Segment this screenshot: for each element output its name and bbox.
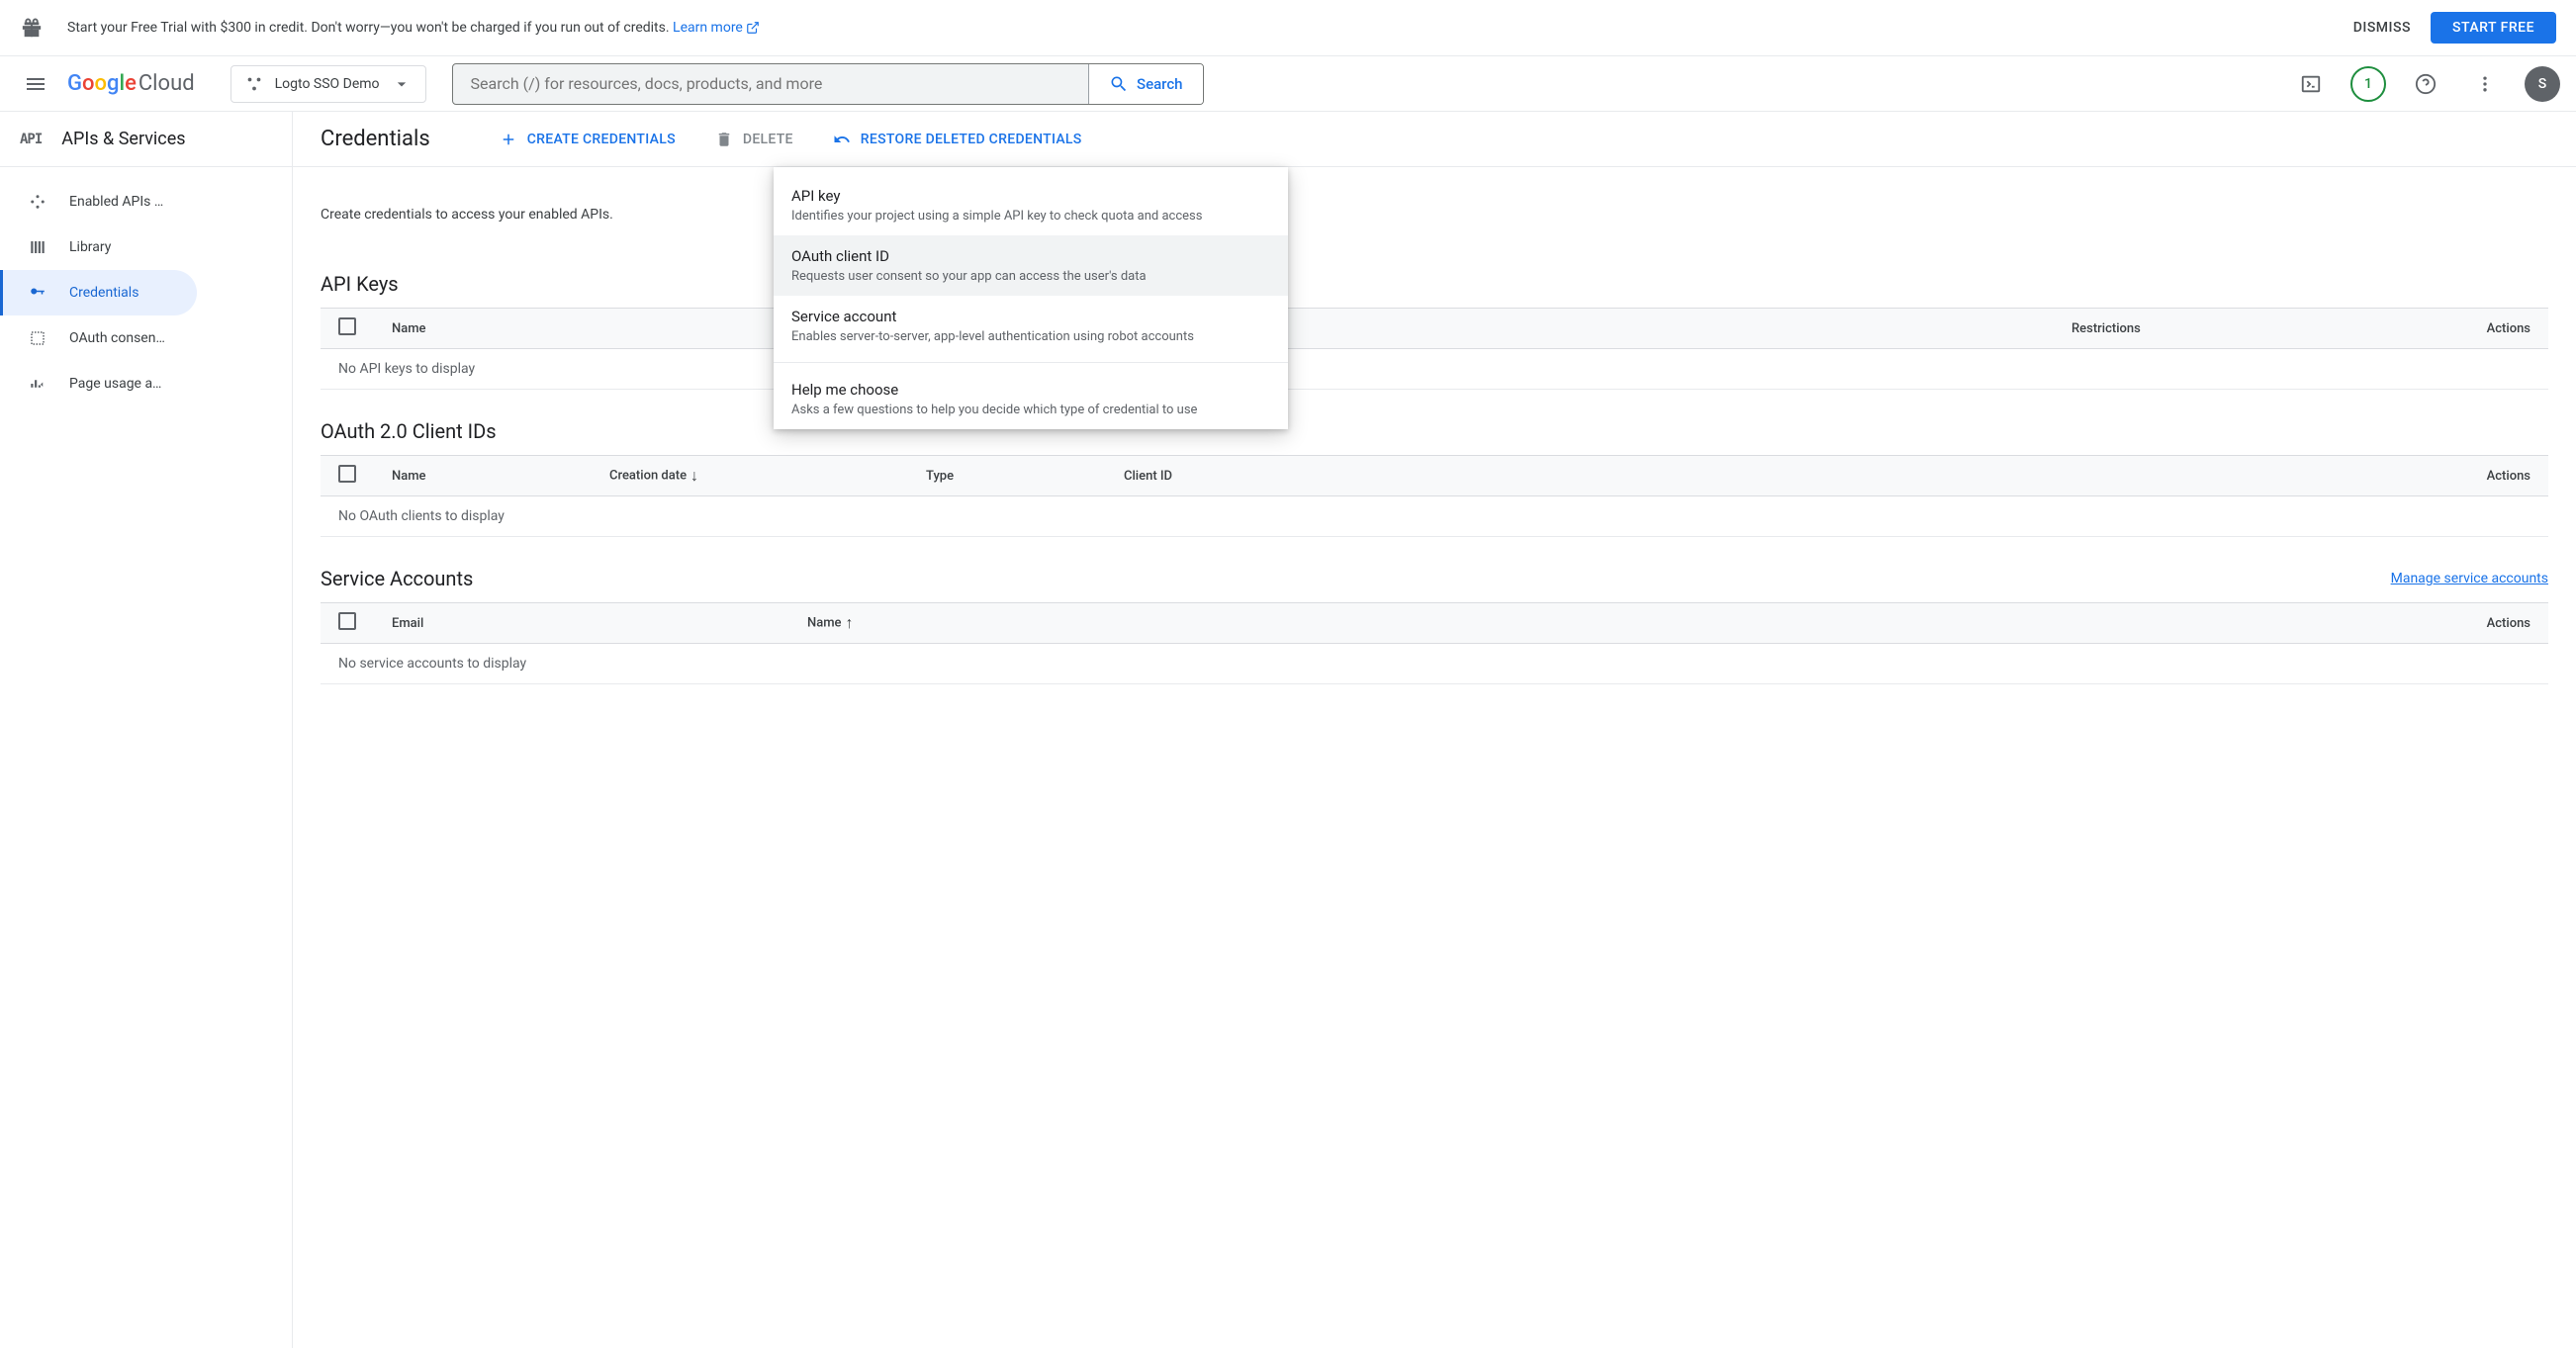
col-restrictions[interactable]: Restrictions bbox=[2054, 309, 2430, 349]
col-client-id[interactable]: Client ID bbox=[1106, 456, 2430, 496]
sidebar: API APIs & Services Enabled APIs … Libra… bbox=[0, 112, 293, 1348]
col-type[interactable]: Type bbox=[908, 456, 1106, 496]
section-title-api-keys: API Keys bbox=[321, 272, 2548, 296]
search-input[interactable] bbox=[453, 74, 1088, 93]
chevron-down-icon bbox=[392, 74, 412, 94]
empty-message: No API keys to display bbox=[321, 349, 2548, 390]
sidebar-item-label: Enabled APIs … bbox=[69, 194, 163, 210]
trial-banner: Start your Free Trial with $300 in credi… bbox=[0, 0, 2576, 56]
manage-service-accounts-link[interactable]: Manage service accounts bbox=[2391, 571, 2548, 586]
sidebar-item-oauth-consent[interactable]: OAuth consen… bbox=[0, 315, 197, 361]
project-icon bbox=[245, 75, 263, 93]
user-avatar[interactable]: S bbox=[2525, 66, 2560, 102]
col-actions: Actions bbox=[2430, 603, 2548, 644]
select-all-checkbox[interactable] bbox=[338, 612, 356, 630]
search-container: Search bbox=[452, 63, 1204, 105]
sidebar-title[interactable]: API APIs & Services bbox=[0, 112, 292, 167]
plus-icon bbox=[500, 131, 517, 148]
sidebar-item-library[interactable]: Library bbox=[0, 225, 197, 270]
col-actions: Actions bbox=[2430, 309, 2548, 349]
hamburger-menu-button[interactable] bbox=[16, 64, 55, 104]
banner-text: Start your Free Trial with $300 in credi… bbox=[67, 20, 2353, 36]
col-creation-date[interactable]: Creation date↓ bbox=[592, 456, 908, 496]
section-title-oauth: OAuth 2.0 Client IDs bbox=[321, 419, 2548, 443]
dropdown-item-help-me-choose[interactable]: Help me choose Asks a few questions to h… bbox=[774, 369, 1288, 429]
api-logo-icon: API bbox=[20, 132, 42, 147]
select-all-checkbox[interactable] bbox=[338, 465, 356, 483]
sidebar-item-enabled-apis[interactable]: Enabled APIs … bbox=[0, 179, 197, 225]
gift-icon bbox=[20, 16, 44, 40]
restore-deleted-button[interactable]: RESTORE DELETED CREDENTIALS bbox=[833, 131, 1082, 148]
enabled-apis-icon bbox=[28, 192, 47, 212]
col-name[interactable]: Name bbox=[374, 456, 592, 496]
dropdown-item-service-account[interactable]: Service account Enables server-to-server… bbox=[774, 296, 1288, 356]
oauth-consent-icon bbox=[28, 328, 47, 348]
service-accounts-table: Email Name↑ Actions No service accounts … bbox=[321, 602, 2548, 684]
sidebar-item-credentials[interactable]: Credentials bbox=[0, 270, 197, 315]
google-cloud-logo[interactable]: GoogleCloud bbox=[67, 71, 195, 96]
col-email[interactable]: Email bbox=[374, 603, 789, 644]
create-credentials-dropdown: API key Identifies your project using a … bbox=[774, 167, 1288, 429]
project-name: Logto SSO Demo bbox=[275, 76, 380, 92]
search-button[interactable]: Search bbox=[1088, 64, 1203, 104]
sort-ascending-icon: ↑ bbox=[846, 613, 854, 632]
create-credentials-button[interactable]: CREATE CREDENTIALS bbox=[500, 131, 676, 148]
select-all-checkbox[interactable] bbox=[338, 317, 356, 335]
restore-icon bbox=[833, 131, 851, 148]
app-header: GoogleCloud Logto SSO Demo Search 1 S bbox=[0, 56, 2576, 112]
col-actions: Actions bbox=[2430, 456, 2548, 496]
sidebar-item-label: Credentials bbox=[69, 285, 138, 301]
oauth-clients-table: Name Creation date↓ Type Client ID Actio… bbox=[321, 455, 2548, 537]
main-content: Credentials CREATE CREDENTIALS DELETE RE… bbox=[293, 112, 2576, 1348]
search-icon bbox=[1109, 74, 1129, 94]
trash-icon bbox=[715, 131, 733, 148]
empty-message: No OAuth clients to display bbox=[321, 496, 2548, 537]
sidebar-item-label: Page usage a… bbox=[69, 376, 161, 392]
dismiss-button[interactable]: DISMISS bbox=[2353, 20, 2411, 36]
section-title-service-accounts: Service Accounts Manage service accounts bbox=[321, 567, 2548, 590]
cloud-shell-button[interactable] bbox=[2291, 64, 2331, 104]
intro-text: Create credentials to access your enable… bbox=[321, 167, 2548, 242]
notifications-button[interactable]: 1 bbox=[2350, 66, 2386, 102]
start-free-button[interactable]: START FREE bbox=[2431, 12, 2556, 44]
empty-message: No service accounts to display bbox=[321, 644, 2548, 684]
delete-button[interactable]: DELETE bbox=[715, 131, 793, 148]
page-usage-icon bbox=[28, 374, 47, 394]
project-picker[interactable]: Logto SSO Demo bbox=[230, 65, 426, 103]
key-icon bbox=[28, 283, 47, 303]
col-name[interactable]: Name↑ bbox=[789, 603, 2430, 644]
learn-more-link[interactable]: Learn more bbox=[673, 20, 760, 36]
dropdown-divider bbox=[774, 362, 1288, 363]
more-options-button[interactable] bbox=[2465, 64, 2505, 104]
dropdown-item-api-key[interactable]: API key Identifies your project using a … bbox=[774, 175, 1288, 235]
library-icon bbox=[28, 237, 47, 257]
sort-descending-icon: ↓ bbox=[690, 466, 698, 485]
sidebar-item-label: Library bbox=[69, 239, 111, 255]
api-keys-table: Name Restrictions Actions No API keys to… bbox=[321, 308, 2548, 390]
page-title: Credentials bbox=[321, 127, 430, 151]
help-button[interactable] bbox=[2406, 64, 2445, 104]
sidebar-item-page-usage[interactable]: Page usage a… bbox=[0, 361, 197, 406]
dropdown-item-oauth-client-id[interactable]: OAuth client ID Requests user consent so… bbox=[774, 235, 1288, 296]
sidebar-item-label: OAuth consen… bbox=[69, 330, 165, 346]
page-header: Credentials CREATE CREDENTIALS DELETE RE… bbox=[293, 112, 2576, 167]
